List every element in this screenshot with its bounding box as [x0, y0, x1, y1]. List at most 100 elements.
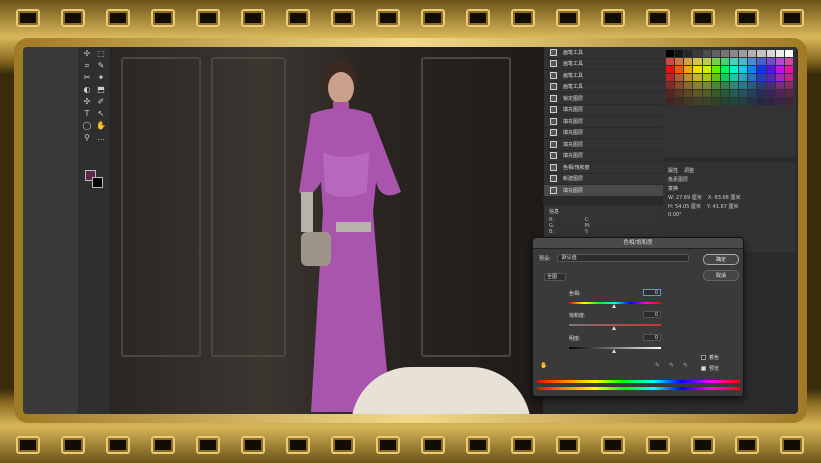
color-swatch[interactable] [757, 82, 766, 89]
color-swatch[interactable] [739, 98, 748, 105]
zoom-tool-icon[interactable]: ⚲ [81, 133, 93, 143]
color-swatch[interactable] [766, 90, 775, 97]
color-swatch[interactable] [757, 98, 766, 105]
saturation-input[interactable]: 0 [643, 311, 661, 318]
color-swatch[interactable] [775, 66, 784, 73]
cancel-button[interactable]: 取消 [703, 270, 739, 281]
color-swatch[interactable] [693, 74, 702, 81]
color-swatch[interactable] [693, 98, 702, 105]
color-swatch[interactable] [766, 58, 775, 65]
channel-select[interactable]: 全图 [544, 273, 566, 281]
color-swatch[interactable] [757, 66, 766, 73]
layer-row[interactable]: 画笔工具 [544, 47, 663, 59]
color-swatch[interactable] [775, 50, 784, 57]
layer-row[interactable]: 填充图层 [544, 128, 663, 139]
hue-slider-thumb[interactable] [612, 304, 616, 308]
color-swatch[interactable] [730, 82, 739, 89]
layer-row[interactable]: 填充图层 [544, 116, 663, 128]
color-swatch[interactable] [711, 66, 720, 73]
color-swatch[interactable] [702, 82, 711, 89]
color-swatch[interactable] [693, 50, 702, 57]
layer-row[interactable]: 画笔工具 [544, 70, 663, 82]
angle-field[interactable]: 0.00° [668, 212, 682, 218]
color-swatch[interactable] [684, 66, 693, 73]
color-swatch[interactable] [748, 74, 757, 81]
ok-button[interactable]: 确定 [703, 254, 739, 265]
color-swatch[interactable] [693, 82, 702, 89]
color-swatch[interactable] [739, 50, 748, 57]
colorize-box[interactable] [701, 355, 706, 360]
hand-tool-icon[interactable]: ✋ [95, 121, 107, 131]
color-swatch[interactable] [693, 58, 702, 65]
color-swatch[interactable] [775, 82, 784, 89]
color-swatch[interactable] [675, 58, 684, 65]
color-swatch[interactable] [720, 82, 729, 89]
marquee-tool-icon[interactable]: ⬚ [95, 49, 107, 59]
layer-row[interactable]: 填充图层 [544, 139, 663, 151]
color-swatch[interactable] [748, 98, 757, 105]
layer-row[interactable]: 画笔工具 [544, 59, 663, 70]
lasso-tool-icon[interactable]: ✂ [81, 73, 93, 83]
color-swatch[interactable] [693, 66, 702, 73]
color-swatch[interactable] [675, 74, 684, 81]
width-field[interactable]: W: 27.69 厘米 [668, 194, 702, 201]
color-swatch[interactable] [675, 66, 684, 73]
color-swatch[interactable] [711, 98, 720, 105]
color-swatch[interactable] [730, 50, 739, 57]
color-swatch[interactable] [684, 82, 693, 89]
dodge-tool-icon[interactable]: ◐ [81, 85, 93, 95]
color-swatch[interactable] [684, 90, 693, 97]
background-color-swatch[interactable] [92, 177, 103, 188]
crop-tool-icon[interactable]: ⌗ [81, 61, 93, 71]
color-swatch[interactable] [720, 66, 729, 73]
color-swatch[interactable] [757, 50, 766, 57]
color-swatch[interactable] [711, 58, 720, 65]
color-swatch[interactable] [748, 50, 757, 57]
color-swatch[interactable] [666, 66, 675, 73]
eyedropper-add-icon[interactable]: ✎ [669, 362, 674, 369]
color-swatch[interactable] [702, 50, 711, 57]
layer-row[interactable]: 画笔工具 [544, 82, 663, 93]
color-swatch[interactable] [720, 50, 729, 57]
type-tool-icon[interactable]: T [81, 109, 93, 119]
color-swatch[interactable] [684, 50, 693, 57]
preview-checkbox[interactable]: 预览 [701, 365, 719, 372]
hue-input[interactable]: 0 [643, 289, 661, 296]
color-swatch[interactable] [666, 74, 675, 81]
color-swatch[interactable] [666, 82, 675, 89]
color-swatch[interactable] [711, 90, 720, 97]
color-swatch[interactable] [739, 82, 748, 89]
color-swatch[interactable] [757, 74, 766, 81]
color-swatch[interactable] [730, 74, 739, 81]
color-swatch[interactable] [757, 90, 766, 97]
layer-row[interactable]: 填充图层 [544, 105, 663, 116]
color-swatch[interactable] [739, 58, 748, 65]
color-swatch[interactable] [702, 66, 711, 73]
tab-properties[interactable]: 属性 [668, 167, 678, 174]
color-swatch[interactable] [675, 98, 684, 105]
layer-row[interactable]: 锁定图层 [544, 93, 663, 105]
color-swatch[interactable] [739, 66, 748, 73]
color-swatch[interactable] [784, 66, 793, 73]
preview-box[interactable] [701, 366, 706, 371]
color-swatch[interactable] [666, 98, 675, 105]
layer-row[interactable]: 新建图层 [544, 174, 663, 185]
color-swatch[interactable] [711, 74, 720, 81]
layer-row[interactable]: 填充图层 [544, 185, 663, 197]
color-swatch[interactable] [720, 58, 729, 65]
shape-tool-icon[interactable]: ◯ [81, 121, 93, 131]
color-swatch[interactable] [784, 82, 793, 89]
color-swatch[interactable] [766, 50, 775, 57]
heal-tool-icon[interactable]: ✦ [95, 73, 107, 83]
color-swatch[interactable] [702, 98, 711, 105]
color-swatch[interactable] [748, 82, 757, 89]
color-swatch[interactable] [675, 50, 684, 57]
lightness-input[interactable]: 0 [643, 334, 661, 341]
clone-tool-icon[interactable]: ✣ [81, 97, 93, 107]
color-swatch[interactable] [684, 58, 693, 65]
color-swatch[interactable] [748, 90, 757, 97]
tab-adjustments[interactable]: 调整 [684, 167, 694, 174]
preset-select[interactable]: 默认值 [556, 254, 689, 262]
color-swatch[interactable] [748, 66, 757, 73]
layer-row[interactable]: 色相/饱和度 [544, 162, 663, 174]
